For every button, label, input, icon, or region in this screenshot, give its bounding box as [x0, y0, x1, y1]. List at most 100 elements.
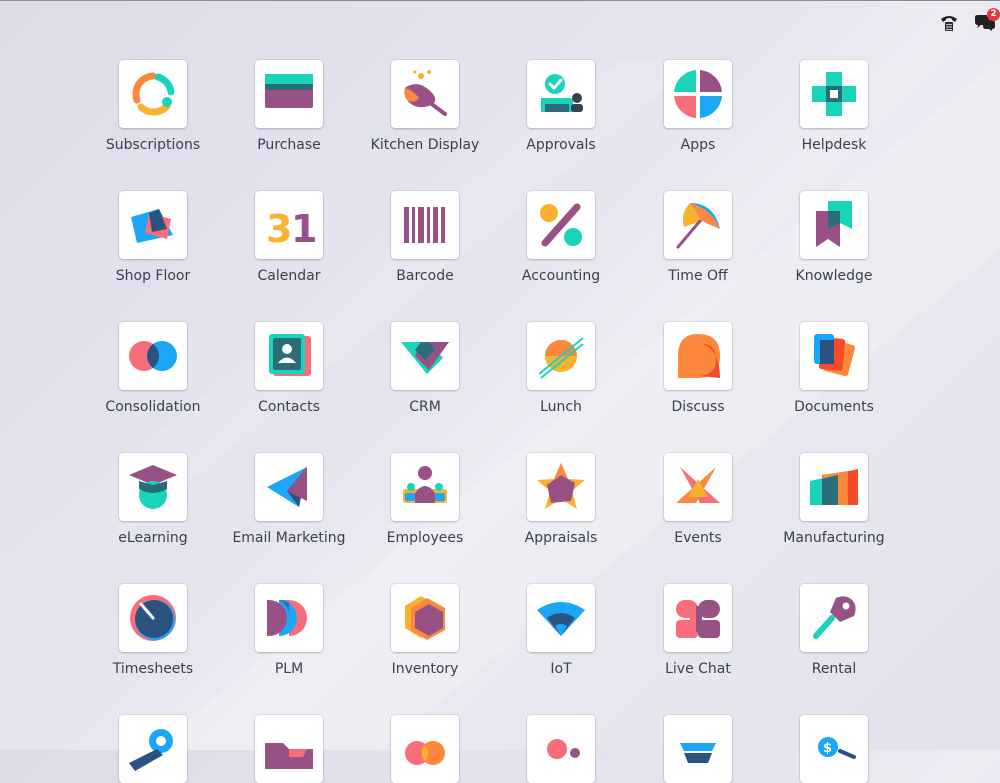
app-label: CRM	[409, 399, 441, 415]
app-manufacturing[interactable]: Manufacturing	[766, 453, 902, 546]
lunch-icon	[538, 337, 584, 379]
app-lunch[interactable]: Lunch	[493, 322, 629, 415]
app-events[interactable]: Events	[630, 453, 766, 546]
app-tile: 3 1	[255, 191, 323, 259]
app-partial-4[interactable]	[493, 715, 629, 783]
app-label: Appraisals	[524, 530, 598, 546]
app-label: Kitchen Display	[370, 137, 480, 153]
app-timesheets[interactable]: Timesheets	[85, 584, 221, 677]
app-barcode[interactable]: Barcode	[357, 191, 493, 284]
app-tile	[800, 60, 868, 128]
app-rental[interactable]: Rental	[766, 584, 902, 677]
approvals-icon	[541, 74, 583, 112]
app-contacts[interactable]: Contacts	[221, 322, 357, 415]
app-live-chat[interactable]: Live Chat	[630, 584, 766, 677]
coin-icon: $	[818, 737, 856, 759]
app-tile	[255, 60, 323, 128]
app-tile	[664, 60, 732, 128]
calendar-icon: 3 1	[266, 207, 315, 251]
app-tile	[664, 715, 732, 783]
app-partial-5[interactable]	[630, 715, 766, 783]
helpdesk-icon	[812, 72, 856, 116]
employees-icon	[403, 466, 447, 503]
app-tile: $	[800, 715, 868, 783]
app-accounting[interactable]: Accounting	[493, 191, 629, 284]
app-documents[interactable]: Documents	[766, 322, 902, 415]
app-partial-2[interactable]	[221, 715, 357, 783]
app-calendar[interactable]: 3 1 Calendar	[221, 191, 357, 284]
app-tile	[391, 60, 459, 128]
app-label: Discuss	[671, 399, 725, 415]
folder-arrow-icon	[265, 743, 313, 769]
app-label: Accounting	[521, 268, 601, 284]
app-grid: Subscriptions Purchase Kitchen Display A…	[0, 0, 1000, 783]
app-label: Purchase	[257, 137, 321, 153]
app-kitchen-display[interactable]: Kitchen Display	[357, 60, 493, 153]
svg-text:$: $	[823, 741, 832, 756]
app-tile	[391, 584, 459, 652]
app-label: IoT	[550, 661, 572, 677]
app-tile	[255, 322, 323, 390]
elearning-icon	[129, 465, 177, 509]
app-tile	[119, 60, 187, 128]
app-crm[interactable]: CRM	[357, 322, 493, 415]
app-elearning[interactable]: eLearning	[85, 453, 221, 546]
app-tile	[527, 715, 595, 783]
app-shop-floor[interactable]: Shop Floor	[85, 191, 221, 284]
app-helpdesk[interactable]: Helpdesk	[766, 60, 902, 153]
iot-icon	[537, 602, 585, 636]
app-purchase[interactable]: Purchase	[221, 60, 357, 153]
app-tile	[800, 322, 868, 390]
app-label: Contacts	[258, 399, 320, 415]
app-label: PLM	[274, 661, 304, 677]
app-time-off[interactable]: Time Off	[630, 191, 766, 284]
subscriptions-icon	[132, 72, 175, 116]
app-label: Shop Floor	[115, 268, 191, 284]
app-email-marketing[interactable]: Email Marketing	[221, 453, 357, 546]
app-tile	[664, 584, 732, 652]
app-consolidation[interactable]: Consolidation	[85, 322, 221, 415]
contacts-icon	[269, 334, 311, 376]
app-label: Calendar	[257, 268, 321, 284]
calendar-digit-1: 1	[291, 207, 315, 251]
app-employees[interactable]: Employees	[357, 453, 493, 546]
app-label: Helpdesk	[801, 137, 867, 153]
app-tile	[527, 584, 595, 652]
app-appraisals[interactable]: Appraisals	[493, 453, 629, 546]
crm-icon	[401, 342, 449, 374]
app-tile	[527, 322, 595, 390]
app-inventory[interactable]: Inventory	[357, 584, 493, 677]
app-tile	[664, 191, 732, 259]
app-plm[interactable]: PLM	[221, 584, 357, 677]
rental-icon	[813, 596, 856, 639]
app-subscriptions[interactable]: Subscriptions	[85, 60, 221, 153]
app-label: Manufacturing	[783, 530, 885, 546]
app-tile	[255, 584, 323, 652]
map-pin-icon	[129, 729, 173, 771]
app-tile	[664, 453, 732, 521]
app-apps[interactable]: Apps	[630, 60, 766, 153]
app-label: Apps	[680, 137, 716, 153]
timesheets-icon	[130, 595, 176, 641]
consolidation-icon	[129, 341, 177, 371]
app-tile	[255, 715, 323, 783]
app-knowledge[interactable]: Knowledge	[766, 191, 902, 284]
purchase-icon	[265, 74, 313, 108]
app-approvals[interactable]: Approvals	[493, 60, 629, 153]
app-partial-3[interactable]	[357, 715, 493, 783]
app-label: Knowledge	[795, 268, 873, 284]
discuss-icon	[678, 334, 720, 378]
app-label: Live Chat	[665, 661, 731, 677]
app-partial-6[interactable]: $	[766, 715, 902, 783]
barcode-icon	[404, 207, 445, 243]
app-tile	[664, 322, 732, 390]
app-label: Events	[674, 530, 722, 546]
app-tile	[527, 60, 595, 128]
app-partial-1[interactable]	[85, 715, 221, 783]
kitchen-display-icon	[404, 70, 447, 116]
app-label: Rental	[811, 661, 857, 677]
app-tile	[119, 191, 187, 259]
app-tile	[391, 453, 459, 521]
app-iot[interactable]: IoT	[493, 584, 629, 677]
app-discuss[interactable]: Discuss	[630, 322, 766, 415]
